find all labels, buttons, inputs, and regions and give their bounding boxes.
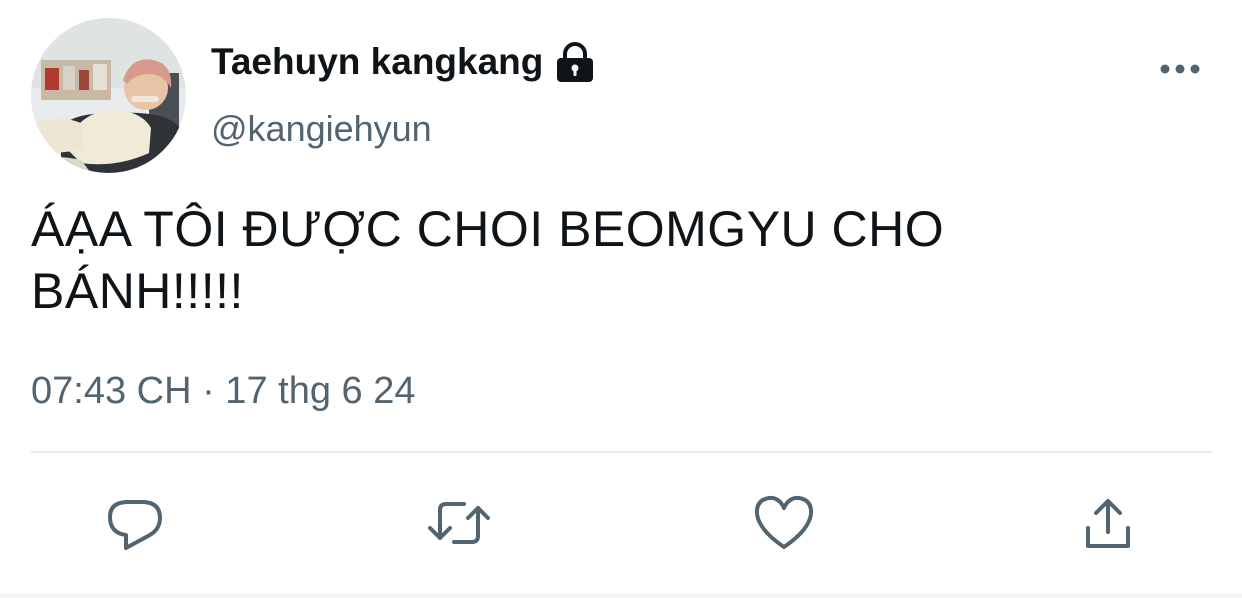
tweet-text: ÁẠA TÔI ĐƯỢC CHOI BEOMGYU CHO BÁNH!!!!! — [31, 201, 945, 319]
share-button[interactable] — [1073, 488, 1143, 558]
heart-icon — [754, 495, 814, 549]
like-button[interactable] — [749, 488, 819, 558]
retweet-button[interactable] — [424, 488, 494, 558]
lock-icon — [553, 40, 597, 84]
retweet-icon — [428, 502, 490, 544]
avatar[interactable] — [31, 18, 186, 173]
more-horizontal-icon[interactable] — [1158, 55, 1202, 83]
divider — [31, 451, 1212, 453]
bottom-edge — [0, 594, 1242, 598]
comment-icon — [108, 500, 162, 550]
author-display-name[interactable]: Taehuyn kangkang — [211, 38, 543, 86]
reply-button[interactable] — [100, 488, 170, 558]
author-display-name-row[interactable]: Taehuyn kangkang — [211, 38, 597, 86]
tweet-timestamp[interactable]: 07:43 CH · 17 thg 6 24 — [31, 366, 415, 416]
avatar-photo — [31, 18, 186, 173]
author-handle[interactable]: @kangiehyun — [211, 105, 432, 153]
share-icon — [1086, 499, 1130, 548]
